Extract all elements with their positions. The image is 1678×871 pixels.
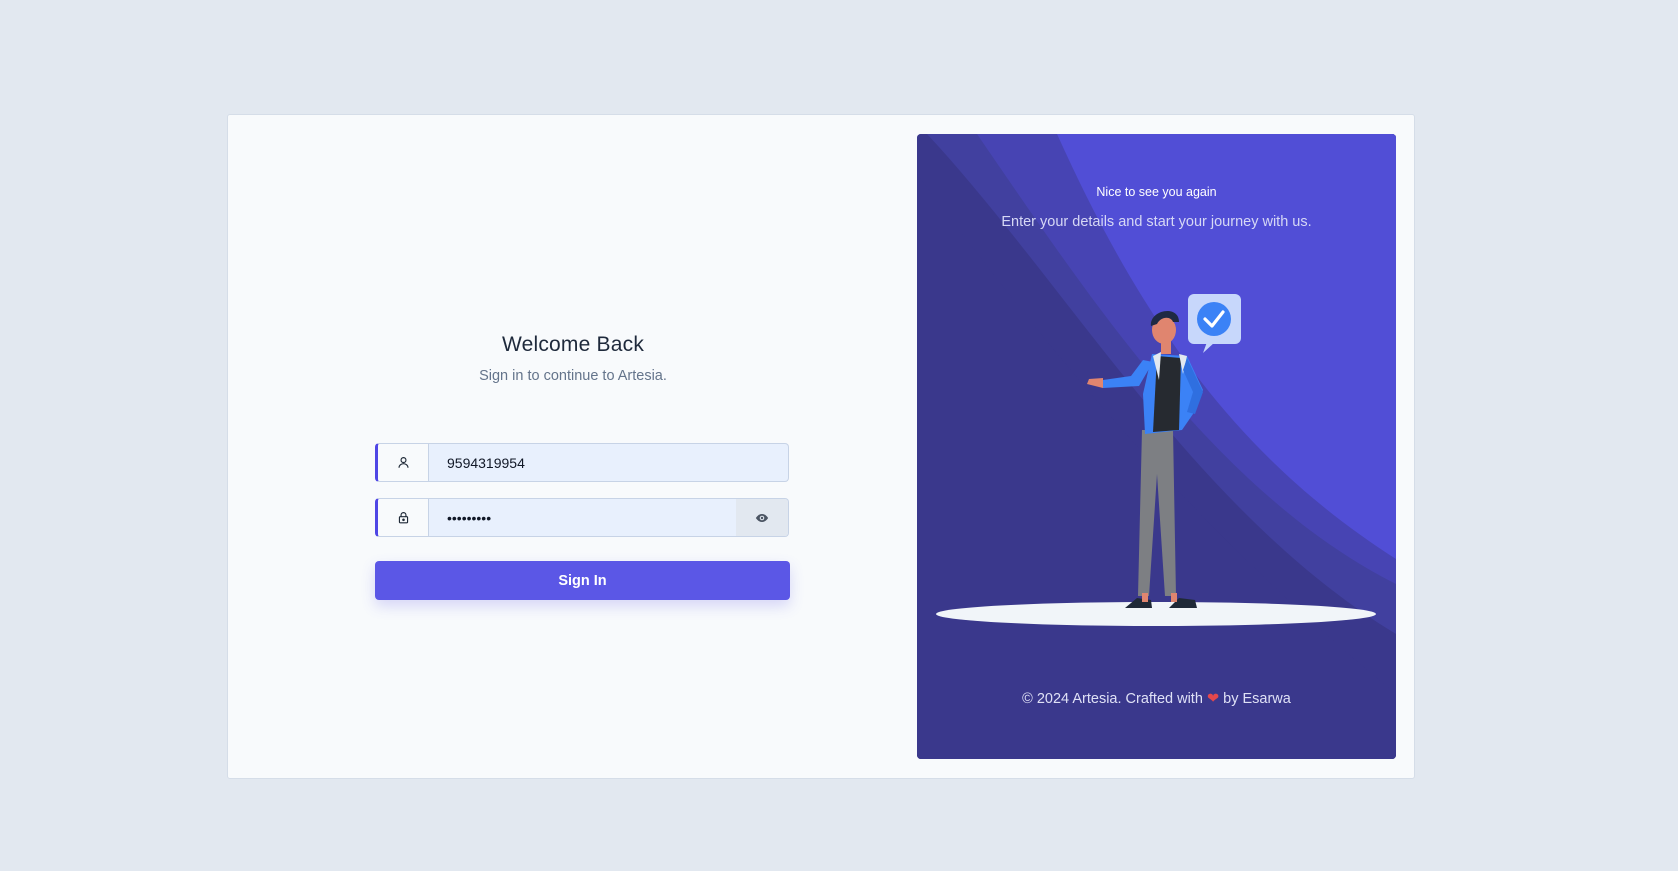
username-addon	[378, 444, 429, 481]
page-title: Welcome Back	[501, 333, 645, 356]
username-field	[375, 443, 789, 482]
lock-icon	[398, 512, 408, 524]
footer-text: © 2024 Artesia. Crafted with	[1022, 691, 1203, 707]
panel-footer: © 2024 Artesia. Crafted with ❤ by Esarwa	[917, 691, 1396, 707]
page-subtitle: Sign in to continue to Artesia.	[479, 368, 667, 384]
footer-author: by Esarwa	[1223, 691, 1291, 707]
password-input[interactable]	[429, 499, 736, 536]
password-addon	[378, 499, 429, 536]
heart-icon: ❤	[1206, 691, 1220, 707]
user-icon	[397, 457, 409, 468]
username-input[interactable]	[429, 444, 788, 481]
login-form-section: Welcome Back Sign in to continue to Arte…	[228, 115, 918, 778]
person-illustration	[936, 294, 1376, 626]
sign-in-button[interactable]: Sign In	[375, 561, 790, 600]
login-card: Welcome Back Sign in to continue to Arte…	[227, 114, 1415, 779]
eye-icon	[755, 513, 769, 522]
welcome-panel: Nice to see you again Enter your details…	[917, 134, 1396, 759]
check-icon	[1197, 302, 1231, 336]
toggle-password-button[interactable]	[736, 499, 788, 536]
password-field	[375, 498, 789, 537]
check-bubble	[1188, 294, 1241, 353]
